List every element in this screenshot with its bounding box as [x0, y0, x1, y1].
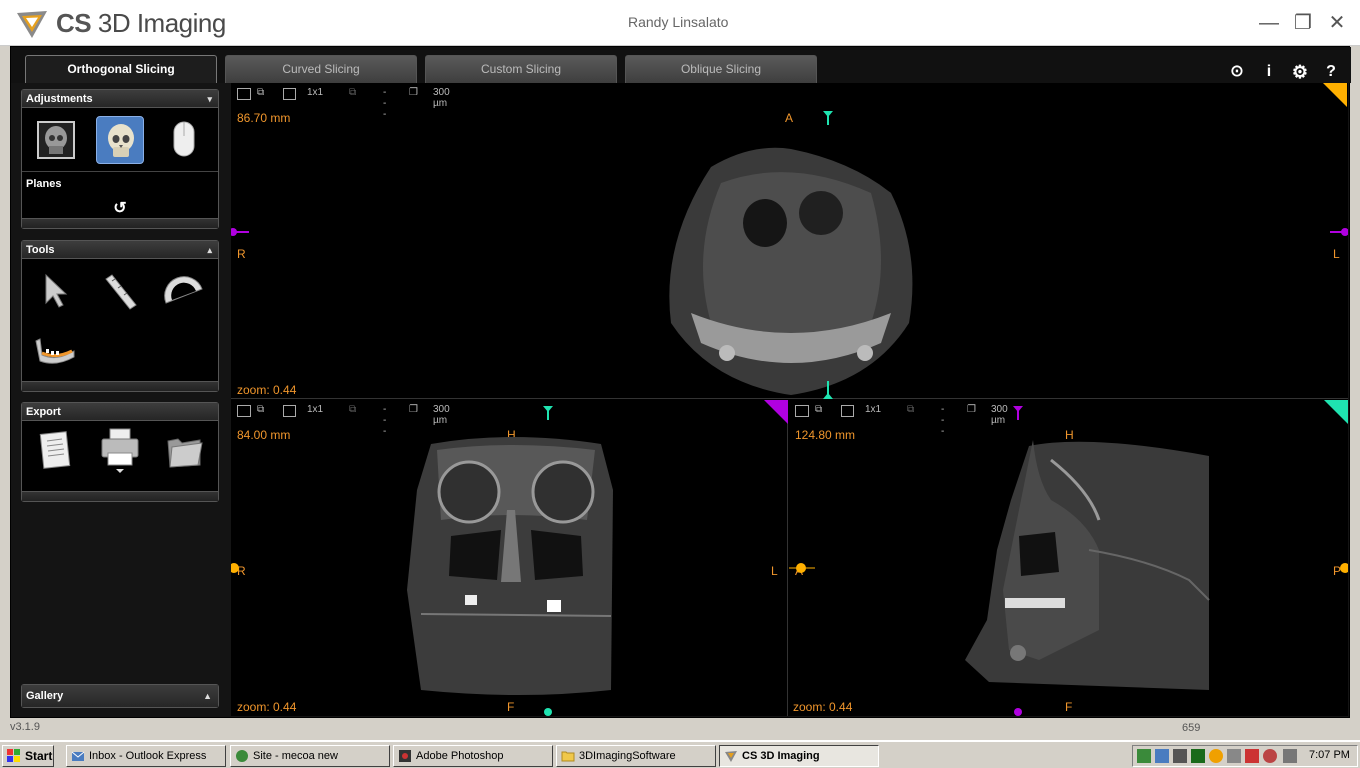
collapse-arrow-icon[interactable]: ▴ [207, 241, 212, 259]
printer-icon [101, 428, 139, 473]
reset-planes-icon[interactable]: ↺ [110, 198, 130, 218]
skull-icon [108, 124, 134, 157]
photoshop-icon [399, 750, 411, 762]
start-button[interactable]: Start [2, 745, 54, 767]
minimize-button[interactable]: — [1256, 10, 1282, 36]
ruler-tool-button[interactable] [96, 267, 144, 315]
panel-footer [22, 381, 218, 391]
user-name: Randy Linsalato [628, 14, 729, 30]
tools-header[interactable]: Tools ▴ [22, 241, 218, 259]
ruler-icon [105, 274, 137, 310]
export-panel: Export [21, 402, 219, 502]
folder-icon [167, 438, 203, 468]
tab-custom-slicing[interactable]: Custom Slicing [425, 55, 617, 83]
document-icon [39, 431, 71, 469]
gallery-header[interactable]: Gallery ▲ [22, 685, 218, 707]
task-3dimagingsoftware[interactable]: 3DImagingSoftware [556, 745, 716, 767]
close-button[interactable]: ✕ [1324, 10, 1350, 36]
update-icon[interactable] [1209, 749, 1223, 763]
task-photoshop[interactable]: Adobe Photoshop [393, 745, 553, 767]
xray-skull-button[interactable] [32, 116, 80, 164]
version-label: v3.1.9 [10, 721, 40, 733]
task-outlook-express[interactable]: Inbox - Outlook Express [66, 745, 226, 767]
viewports: ⧉ 1x1 ⧉ --- ❐ 300 µm 86.70 mm zoom: 0.44… [231, 83, 1348, 716]
angle-tool-button[interactable] [160, 267, 208, 315]
collapse-arrow-icon[interactable]: ▾ [207, 90, 212, 108]
planes-label: Planes [26, 178, 62, 190]
status-bar: v3.1.9 659 [0, 718, 1360, 740]
app-title: CS 3D Imaging [56, 8, 226, 38]
gallery-panel[interactable]: Gallery ▲ [21, 684, 219, 708]
export-header[interactable]: Export [22, 403, 218, 421]
mouse-icon [173, 121, 195, 157]
security-icon[interactable] [1245, 749, 1259, 763]
cs-logo-icon [725, 751, 737, 762]
sagittal-viewport[interactable]: ⧉ 1x1 ⧉ --- ❐ 300 µm 124.80 mm zoom: 0.4… [789, 400, 1348, 716]
nerve-tool-button[interactable] [32, 323, 80, 371]
clock[interactable]: 7:07 PM [1309, 749, 1350, 761]
antivirus-icon[interactable] [1263, 749, 1277, 763]
tab-orthogonal-slicing[interactable]: Orthogonal Slicing [25, 55, 217, 83]
export-folder-button[interactable] [160, 427, 208, 475]
misc-tray-icon[interactable] [1283, 749, 1297, 763]
axial-slice-image [231, 111, 1348, 399]
divider [22, 171, 218, 172]
xray-skull-icon [37, 121, 75, 159]
task-cs-3d-imaging[interactable]: CS 3D Imaging [719, 745, 879, 767]
taskbar: Start Inbox - Outlook Express Site - mec… [0, 740, 1360, 768]
mouse-mode-button[interactable] [160, 116, 208, 164]
mandible-icon [35, 338, 75, 364]
settings-icon[interactable]: ⚙ [1289, 61, 1311, 83]
cs-logo-icon [17, 11, 47, 38]
folder-icon [561, 751, 575, 762]
3d-skull-button[interactable] [96, 116, 144, 164]
app-frame: Orthogonal Slicing Curved Slicing Custom… [10, 46, 1351, 718]
select-tool-button[interactable] [32, 267, 80, 315]
axial-viewport[interactable]: ⧉ 1x1 ⧉ --- ❐ 300 µm 86.70 mm zoom: 0.44… [231, 83, 1348, 399]
tab-bar: Orthogonal Slicing Curved Slicing Custom… [11, 47, 1351, 83]
network-icon[interactable] [1137, 749, 1151, 763]
status-value: 659 [1182, 722, 1201, 734]
system-tray: 7:07 PM [1132, 745, 1358, 767]
display-icon[interactable] [1173, 749, 1187, 763]
protractor-icon [164, 276, 203, 304]
coronal-slice-image [231, 406, 613, 716]
expand-arrow-icon[interactable]: ▲ [203, 685, 212, 707]
title-bar: CS 3D Imaging Randy Linsalato — ❐ ✕ [0, 0, 1360, 46]
panel-footer [22, 218, 218, 228]
adjustments-panel: Adjustments ▾ Planes ↺ [21, 89, 219, 229]
help-icon[interactable]: ? [1320, 61, 1342, 83]
task-site-mecoa[interactable]: Site - mecoa new [230, 745, 390, 767]
monitor-icon[interactable] [1155, 749, 1169, 763]
web-icon [236, 750, 248, 762]
target-icon[interactable]: ⊙ [1226, 61, 1248, 83]
coronal-viewport[interactable]: ⧉ 1x1 ⧉ --- ❐ 300 µm 84.00 mm zoom: 0.44… [231, 400, 788, 716]
info-icon[interactable]: i [1258, 61, 1280, 83]
tab-curved-slicing[interactable]: Curved Slicing [225, 55, 417, 83]
tools-panel: Tools ▴ [21, 240, 219, 392]
windows-logo-icon [7, 749, 20, 762]
print-button[interactable] [96, 425, 144, 473]
adjustments-header[interactable]: Adjustments ▾ [22, 90, 218, 108]
report-button[interactable] [32, 427, 80, 475]
volume-icon[interactable] [1227, 749, 1241, 763]
app-tray-icon[interactable] [1191, 749, 1205, 763]
panel-footer [22, 491, 218, 501]
maximize-button[interactable]: ❐ [1290, 10, 1316, 36]
sagittal-slice-image [789, 406, 1348, 716]
arrow-pointer-icon [45, 273, 68, 308]
tab-oblique-slicing[interactable]: Oblique Slicing [625, 55, 817, 83]
mail-icon [71, 751, 85, 761]
